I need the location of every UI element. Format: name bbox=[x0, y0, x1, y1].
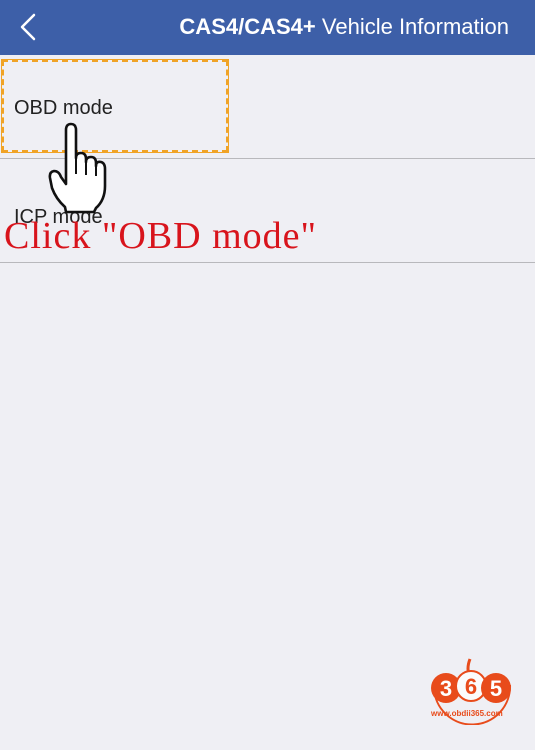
highlight-box bbox=[1, 59, 229, 153]
page-title: CAS4/CAS4+ Vehicle Information bbox=[179, 14, 509, 40]
nav-bar: CAS4/CAS4+ Vehicle Information bbox=[0, 0, 535, 55]
annotation-text: Click "OBD mode" bbox=[4, 215, 318, 257]
hand-pointer-icon bbox=[48, 122, 107, 214]
svg-text:6: 6 bbox=[465, 674, 477, 699]
chevron-left-icon bbox=[20, 13, 36, 41]
watermark-url: www.obdii365.com bbox=[431, 709, 503, 718]
title-page: Vehicle Information bbox=[321, 14, 509, 39]
svg-text:5: 5 bbox=[490, 676, 502, 701]
back-button[interactable] bbox=[8, 6, 48, 48]
svg-text:3: 3 bbox=[440, 676, 452, 701]
title-model: CAS4/CAS4+ bbox=[179, 14, 316, 39]
